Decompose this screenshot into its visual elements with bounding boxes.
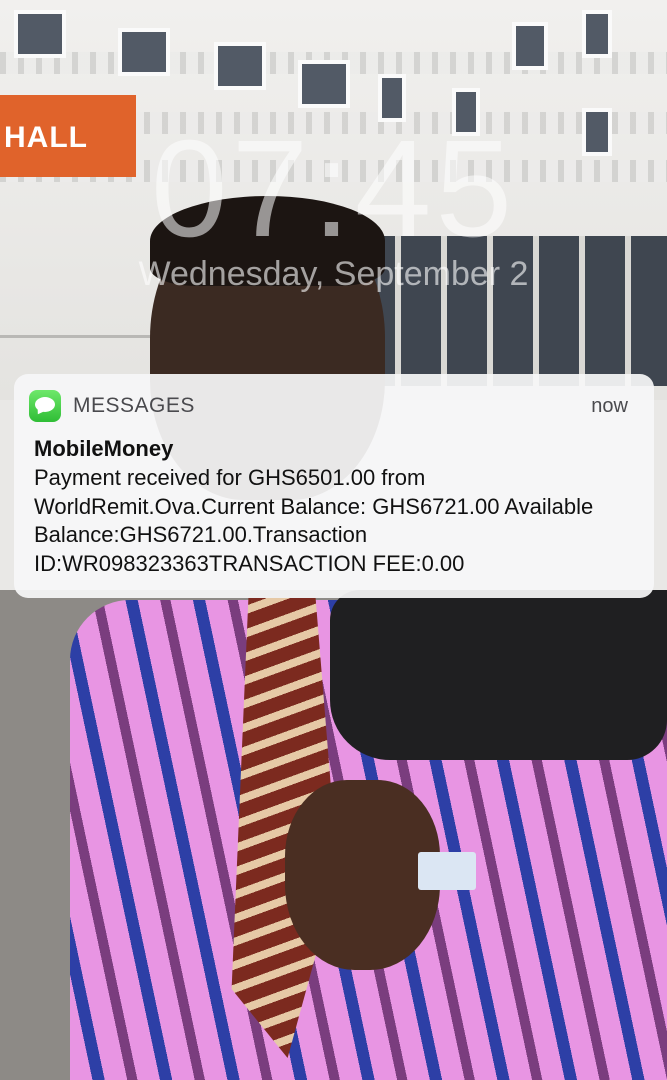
id-badge	[418, 852, 476, 890]
notification-app-name: MESSAGES	[73, 394, 195, 417]
message-notification[interactable]: MESSAGES now MobileMoney Payment receive…	[14, 374, 654, 598]
notification-timestamp: now	[591, 395, 628, 417]
lockscreen-clock: 07:45	[150, 112, 517, 266]
messages-icon	[29, 390, 61, 422]
notification-header: MESSAGES now	[14, 374, 654, 438]
notification-body: Payment received for GHS6501.00 from Wor…	[34, 465, 594, 576]
lockscreen-date: Wednesday, September 2	[138, 255, 529, 293]
notification-sender: MobileMoney	[34, 436, 174, 461]
